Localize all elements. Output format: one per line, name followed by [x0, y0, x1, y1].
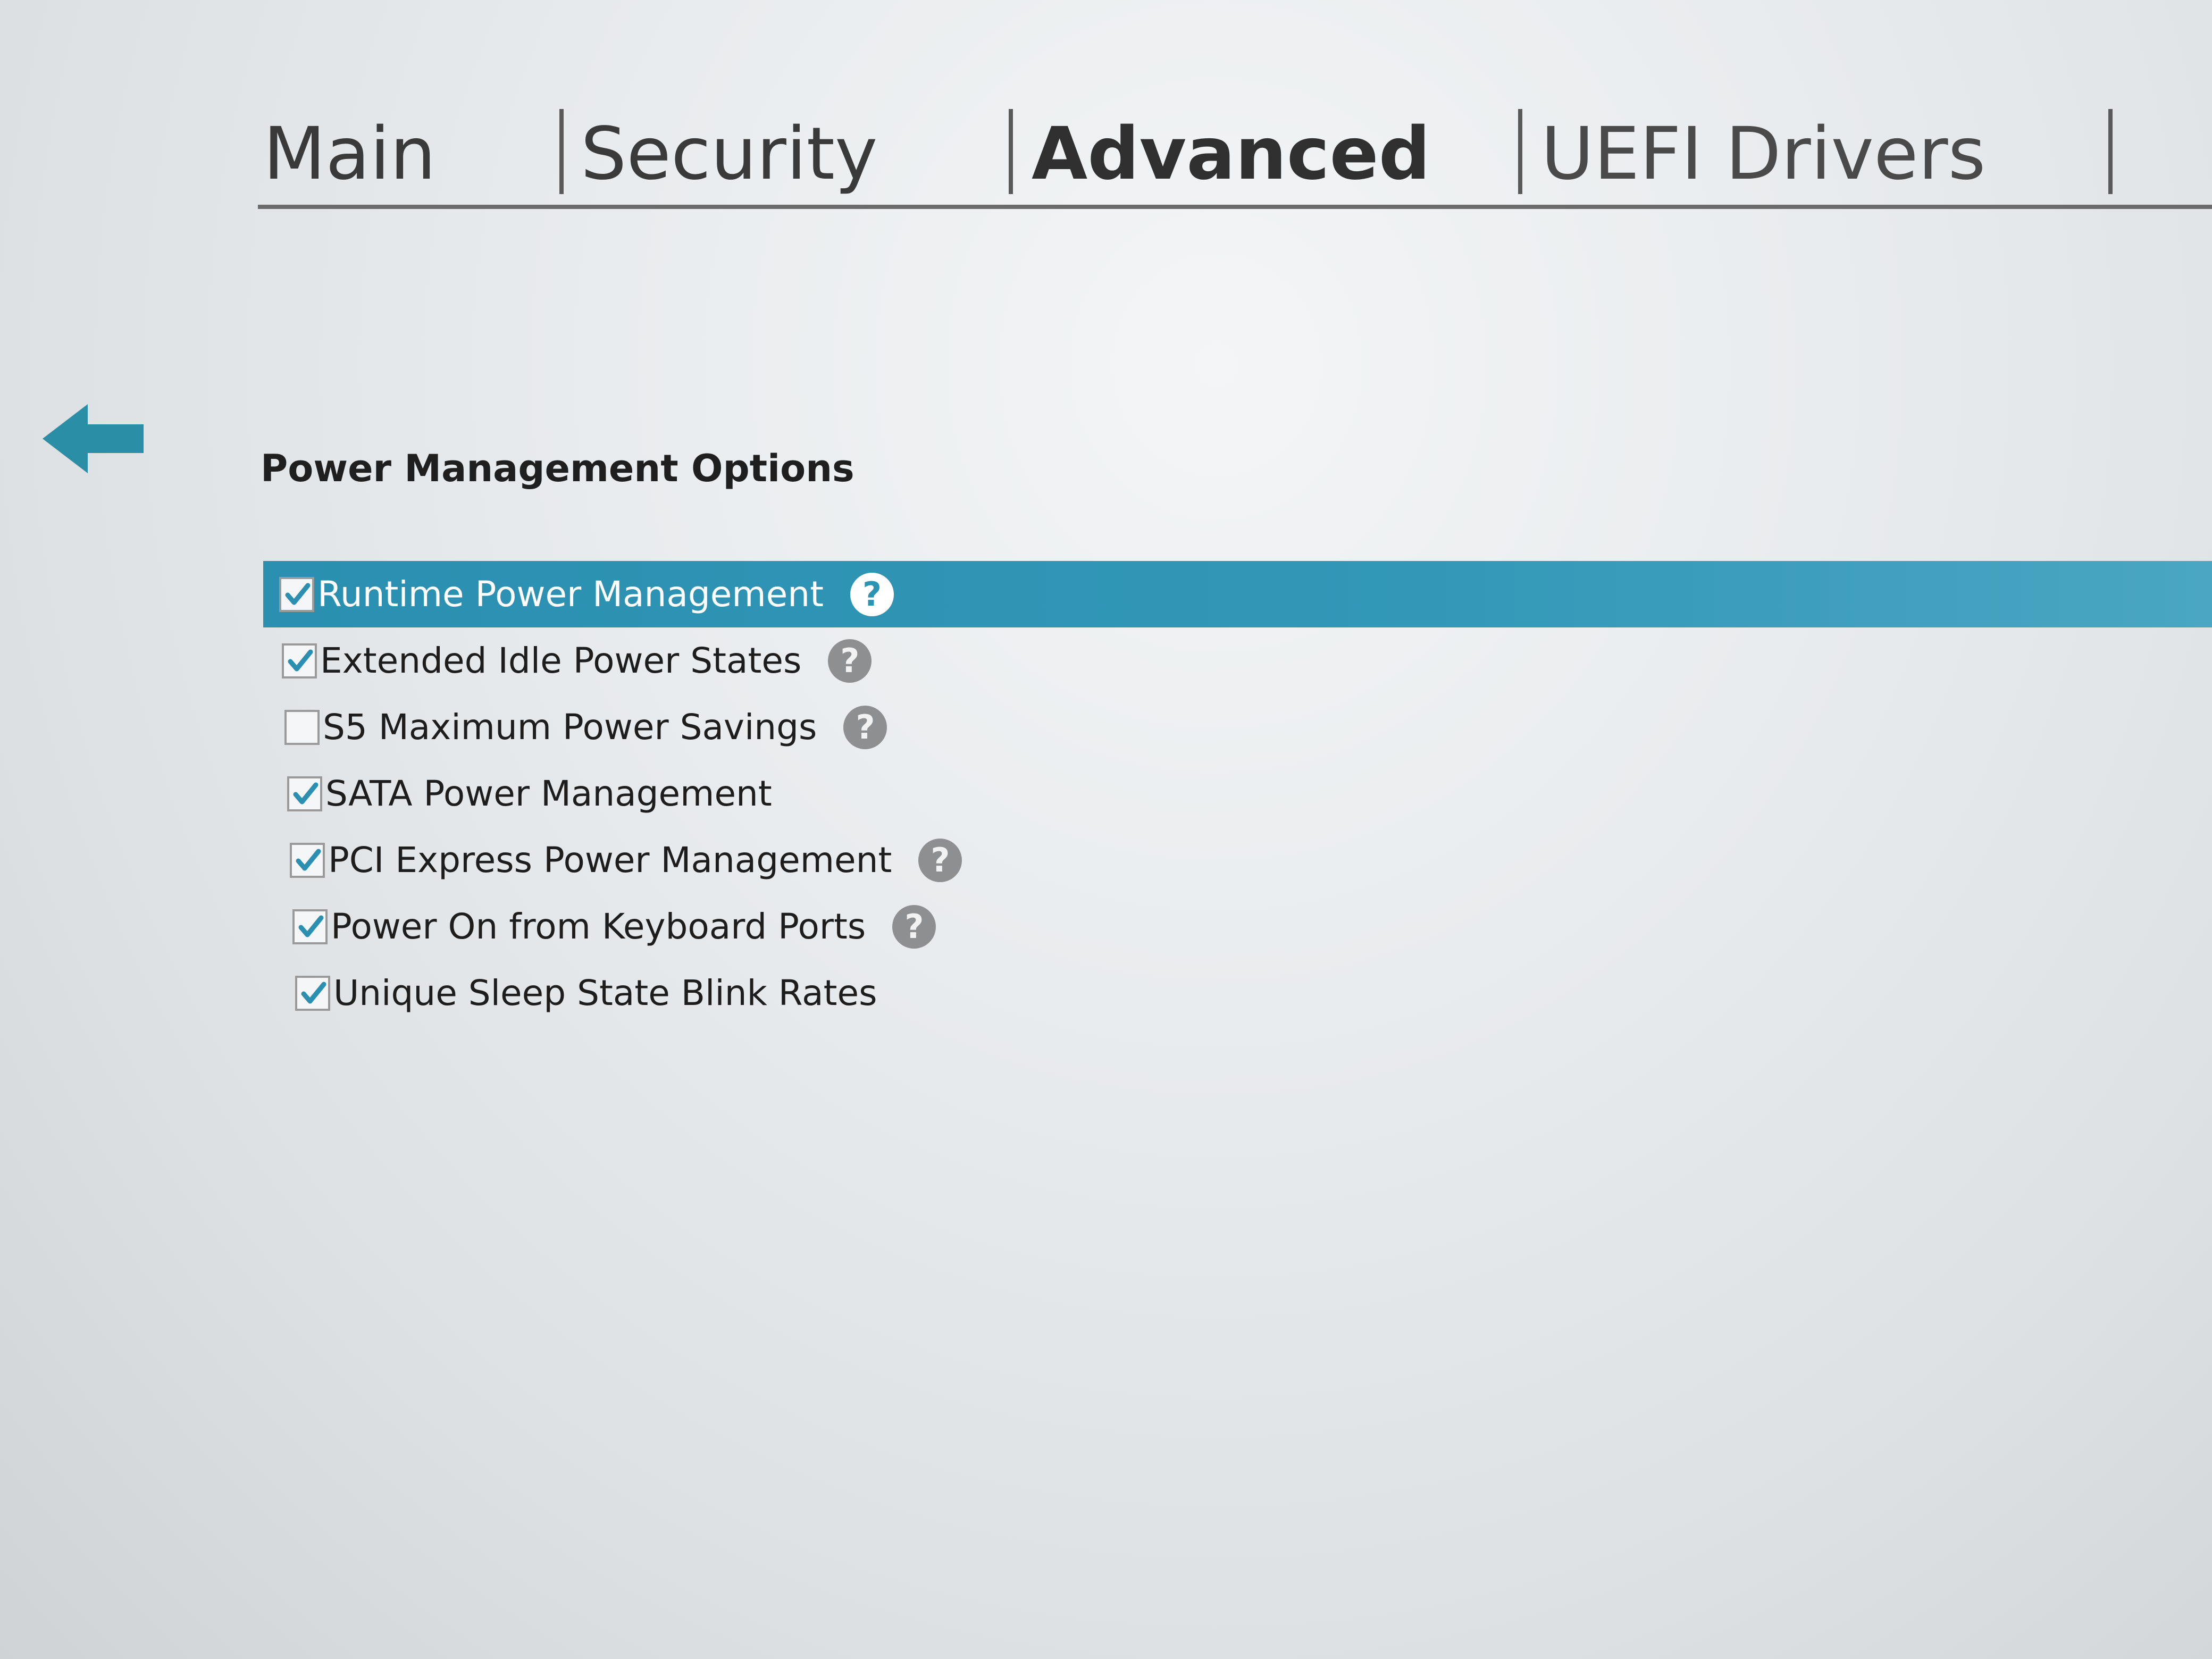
tab-bar: Main Security Advanced UEFI Drivers: [258, 104, 2212, 209]
option-label: Unique Sleep State Blink Rates: [333, 973, 877, 1013]
option-extended-idle-power-states[interactable]: Extended Idle Power States ?: [266, 627, 872, 694]
option-label: Runtime Power Management: [317, 574, 824, 615]
option-label: SATA Power Management: [325, 773, 772, 814]
tab-divider: [1009, 109, 1013, 194]
tab-uefi-drivers[interactable]: UEFI Drivers: [1541, 104, 1985, 205]
checkbox-checked[interactable]: [292, 909, 328, 944]
option-label: S5 Maximum Power Savings: [323, 707, 817, 748]
tab-main[interactable]: Main: [263, 104, 436, 205]
tab-advanced[interactable]: Advanced: [1032, 104, 1430, 205]
option-sata-power-management[interactable]: SATA Power Management: [271, 760, 772, 827]
help-icon[interactable]: ?: [918, 838, 962, 882]
option-power-on-from-keyboard-ports[interactable]: Power On from Keyboard Ports ?: [276, 893, 936, 960]
tab-divider: [2108, 109, 2113, 194]
section-title: Power Management Options: [261, 447, 854, 490]
checkbox-unchecked[interactable]: [284, 709, 320, 745]
tab-divider: [559, 109, 564, 194]
option-pci-express-power-management[interactable]: PCI Express Power Management ?: [274, 827, 962, 893]
option-label: Power On from Keyboard Ports: [331, 906, 866, 947]
option-label: PCI Express Power Management: [328, 840, 892, 881]
checkbox-checked[interactable]: [279, 576, 314, 612]
option-unique-sleep-state-blink-rates[interactable]: Unique Sleep State Blink Rates: [279, 960, 877, 1026]
option-label: Extended Idle Power States: [320, 640, 802, 681]
checkbox-checked[interactable]: [282, 643, 317, 678]
tab-divider: [1518, 109, 1522, 194]
checkbox-checked[interactable]: [287, 776, 322, 811]
help-icon[interactable]: ?: [892, 904, 936, 949]
checkbox-checked[interactable]: [295, 975, 330, 1011]
checkbox-checked[interactable]: [290, 842, 325, 878]
help-icon[interactable]: ?: [850, 572, 894, 616]
back-arrow-icon[interactable]: [43, 404, 144, 473]
option-s5-maximum-power-savings[interactable]: S5 Maximum Power Savings ?: [269, 694, 887, 760]
tab-security[interactable]: Security: [581, 104, 877, 205]
option-runtime-power-management[interactable]: Runtime Power Management ?: [263, 561, 2212, 627]
help-icon[interactable]: ?: [843, 705, 887, 749]
bios-setup-screen: Main Security Advanced UEFI Drivers Powe…: [0, 0, 2212, 1659]
help-icon[interactable]: ?: [828, 639, 872, 683]
